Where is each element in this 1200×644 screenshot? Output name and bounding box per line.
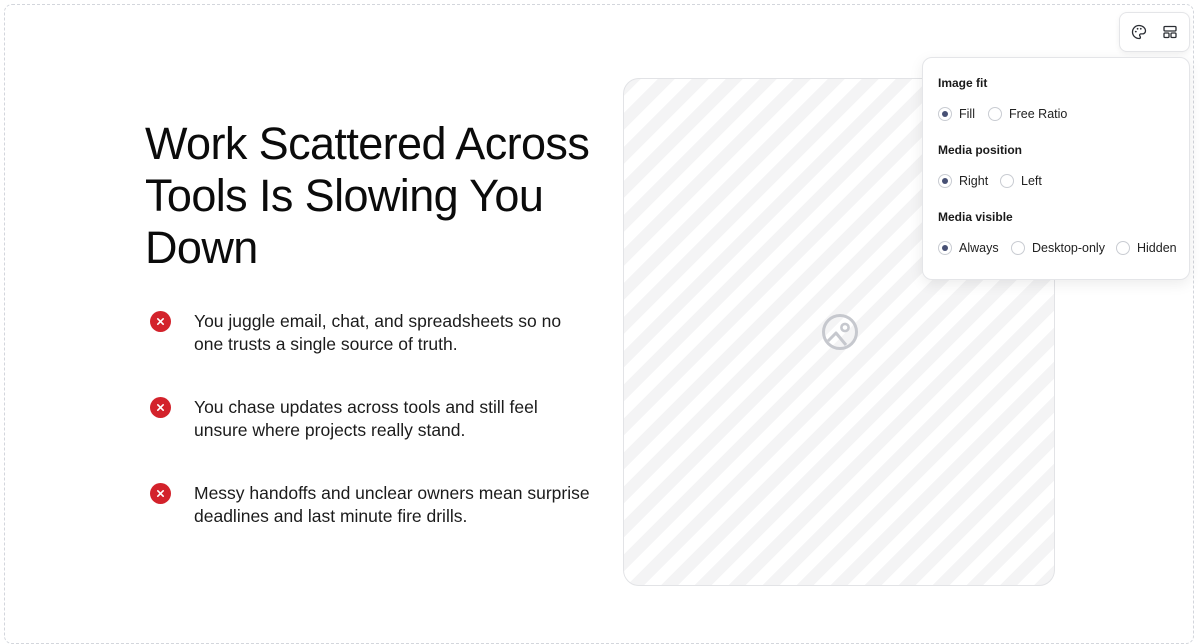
pain-point-text: You chase updates across tools and still… — [194, 397, 538, 440]
x-circle-icon — [150, 397, 171, 418]
media-visible-option-desktop-only[interactable]: Desktop-only — [1011, 241, 1105, 255]
list-item: You juggle email, chat, and spreadsheets… — [150, 310, 610, 396]
radio-selected-icon — [938, 241, 952, 255]
radio-icon — [1116, 241, 1130, 255]
option-label: Right — [959, 174, 989, 188]
palette-icon — [1132, 24, 1147, 40]
option-label: Left — [1021, 174, 1042, 188]
radio-icon — [1011, 241, 1025, 255]
list-item: You chase updates across tools and still… — [150, 396, 610, 482]
block-toolbar — [1119, 12, 1190, 52]
pain-point-list: You juggle email, chat, and spreadsheets… — [150, 310, 610, 568]
image-placeholder-icon — [822, 314, 858, 350]
media-visible-label: Media visible — [938, 210, 1013, 224]
media-settings-panel: Image fit Fill Free Ratio Media position… — [922, 57, 1190, 280]
layout-button[interactable] — [1158, 20, 1182, 44]
x-circle-icon — [150, 311, 171, 332]
pain-point-text: You juggle email, chat, and spreadsheets… — [194, 311, 562, 354]
image-fit-option-fill[interactable]: Fill — [938, 107, 975, 121]
radio-selected-icon — [938, 174, 952, 188]
image-fit-option-free-ratio[interactable]: Free Ratio — [988, 107, 1067, 121]
list-item: Messy handoffs and unclear owners mean s… — [150, 482, 610, 568]
radio-icon — [1000, 174, 1014, 188]
option-label: Free Ratio — [1009, 107, 1068, 121]
hero-headline: Work Scattered Across Tools Is Slowing Y… — [145, 118, 590, 273]
media-position-label: Media position — [938, 143, 1022, 157]
radio-icon — [988, 107, 1002, 121]
media-position-option-right[interactable]: Right — [938, 174, 988, 188]
pain-point-text: Messy handoffs and unclear owners mean s… — [194, 483, 590, 526]
option-label: Desktop-only — [1032, 241, 1105, 255]
option-label: Always — [959, 241, 999, 255]
radio-selected-icon — [938, 107, 952, 121]
x-circle-icon — [150, 483, 171, 504]
media-visible-option-always[interactable]: Always — [938, 241, 999, 255]
media-position-option-left[interactable]: Left — [1000, 174, 1042, 188]
option-label: Hidden — [1137, 241, 1177, 255]
theme-button[interactable] — [1127, 20, 1151, 44]
option-label: Fill — [959, 107, 975, 121]
media-visible-option-hidden[interactable]: Hidden — [1116, 241, 1177, 255]
layout-icon — [1163, 25, 1177, 39]
image-fit-label: Image fit — [938, 76, 988, 90]
